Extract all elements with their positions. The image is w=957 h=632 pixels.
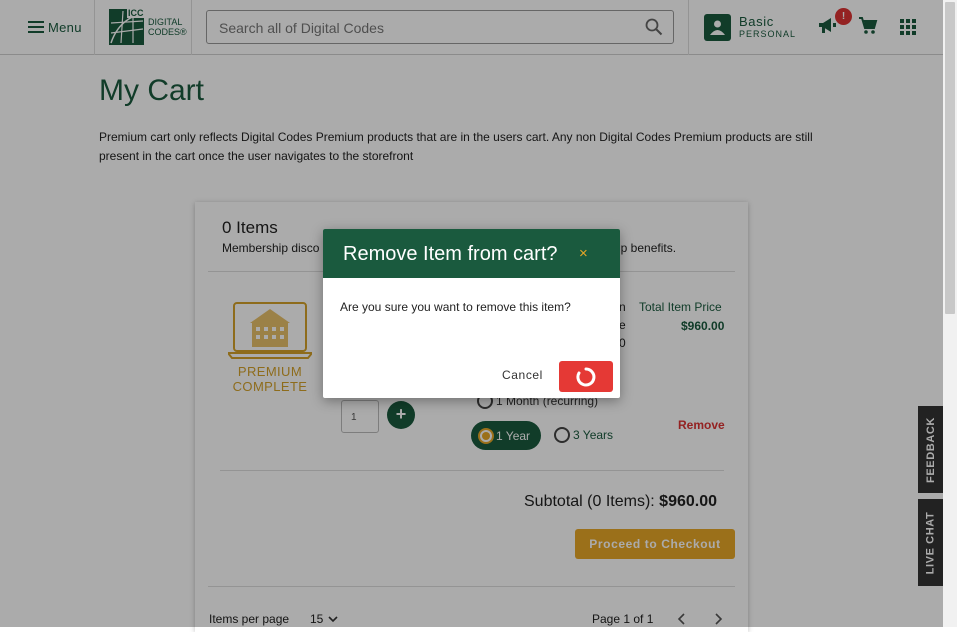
scrollbar-thumb[interactable] bbox=[945, 2, 955, 314]
remove-item-dialog: Remove Item from cart? × Are you sure yo… bbox=[323, 229, 620, 398]
dialog-title: Remove Item from cart? bbox=[343, 243, 558, 265]
dialog-message: Are you sure you want to remove this ite… bbox=[340, 300, 571, 314]
spinner-icon bbox=[576, 367, 596, 386]
dialog-header: Remove Item from cart? × bbox=[323, 229, 620, 278]
close-icon[interactable]: × bbox=[579, 245, 588, 262]
cancel-button[interactable]: Cancel bbox=[502, 368, 543, 382]
confirm-remove-button[interactable] bbox=[559, 361, 613, 392]
